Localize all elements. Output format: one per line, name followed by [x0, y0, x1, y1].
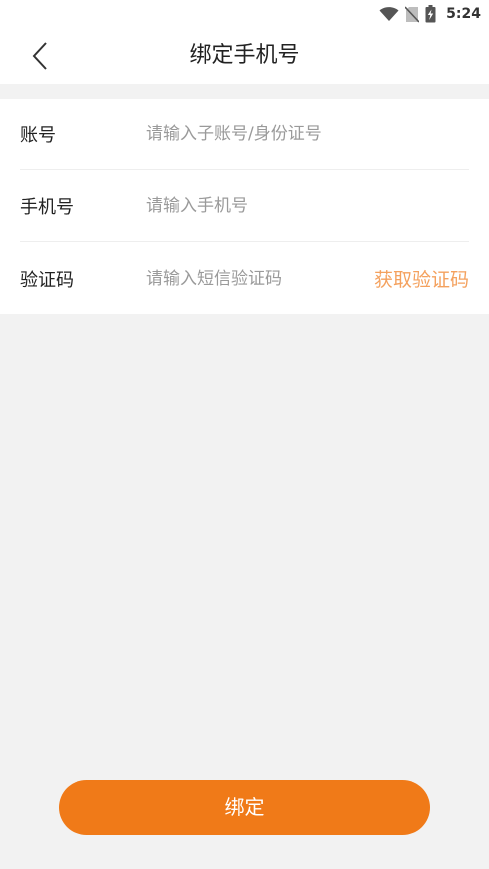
nav-bar: 绑定手机号: [0, 28, 489, 84]
bind-button[interactable]: 绑定: [59, 780, 430, 835]
no-sim-icon: [405, 5, 420, 23]
account-row: 账号: [20, 99, 469, 170]
code-row: 验证码 获取验证码: [20, 243, 469, 314]
phone-label: 手机号: [20, 197, 74, 218]
account-input[interactable]: [146, 124, 469, 144]
code-label: 验证码: [20, 269, 74, 291]
status-bar: 5:24: [0, 0, 489, 28]
battery-charging-icon: [425, 5, 436, 23]
get-code-button[interactable]: 获取验证码: [374, 265, 469, 292]
account-label: 账号: [20, 125, 56, 146]
phone-row: 手机号: [20, 171, 469, 242]
page-title: 绑定手机号: [189, 43, 300, 68]
status-time: 5:24: [446, 6, 481, 22]
bind-phone-form: 账号 手机号 验证码 获取验证码: [0, 99, 489, 314]
code-input[interactable]: [146, 268, 374, 289]
phone-input[interactable]: [146, 196, 469, 216]
wifi-icon: [379, 7, 399, 21]
